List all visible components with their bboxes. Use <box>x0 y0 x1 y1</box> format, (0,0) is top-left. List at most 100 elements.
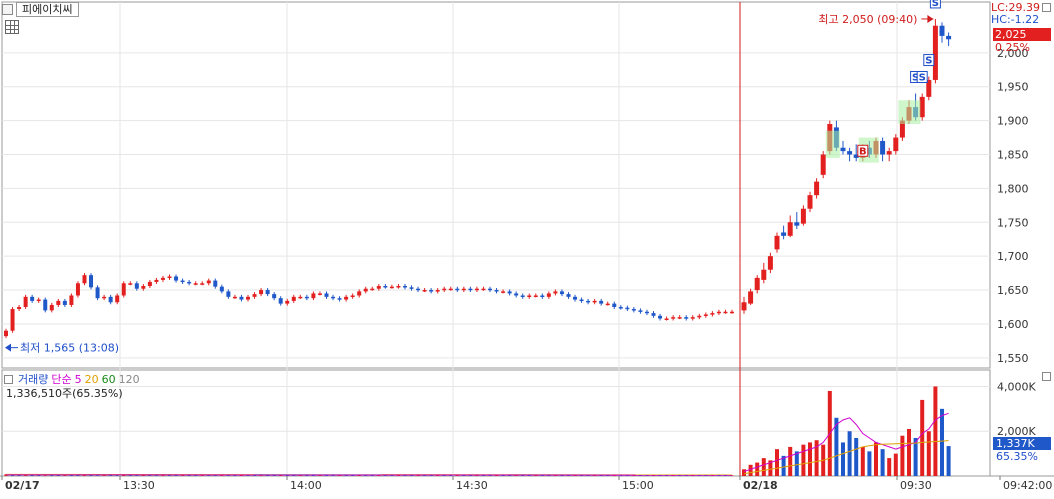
price-candle <box>755 278 760 290</box>
price-candle <box>717 312 721 314</box>
price-candle <box>658 316 662 319</box>
time-tick-label: 15:00 <box>622 479 654 492</box>
volume-bar <box>63 475 66 476</box>
price-candle <box>233 297 237 299</box>
price-candle <box>96 287 100 298</box>
price-candle <box>501 291 505 293</box>
price-candle <box>383 286 387 288</box>
price-candle <box>887 151 892 154</box>
price-candle <box>141 286 145 289</box>
price-candle <box>56 301 60 305</box>
high-annotation: 최고 2,050 (09:40) <box>818 13 917 26</box>
price-candle <box>768 256 773 270</box>
price-candle <box>187 282 191 284</box>
price-candle <box>599 301 603 304</box>
price-candle <box>449 289 453 291</box>
price-candle <box>253 294 257 297</box>
price-candle <box>266 290 270 294</box>
buy-signal-marker: B <box>858 145 868 157</box>
price-candle <box>481 289 485 291</box>
price-candle <box>475 289 479 291</box>
price-tick-label: 1,950 <box>997 81 1029 94</box>
price-candle <box>625 308 629 310</box>
volume-tick-label: 4,000K <box>997 380 1036 393</box>
price-candle <box>488 289 492 291</box>
close-box-icon[interactable] <box>2 4 13 15</box>
current-price-tag: 2,025 <box>993 28 1051 41</box>
price-candle <box>442 289 446 291</box>
volume-bar <box>933 386 937 476</box>
price-candle <box>30 297 34 301</box>
price-candle <box>691 317 695 319</box>
volume-legend-box[interactable] <box>4 375 13 384</box>
axes: 1,5501,6001,6501,7001,7501,8001,8501,900… <box>2 47 1052 492</box>
volume-bar <box>795 451 799 476</box>
price-candle <box>436 290 440 292</box>
price-candle <box>305 297 309 299</box>
price-candle <box>619 307 623 309</box>
scroll-button-volume[interactable] <box>1042 372 1051 381</box>
price-candle <box>429 290 433 292</box>
volume-bar <box>887 458 891 476</box>
price-candle <box>298 297 302 299</box>
stock-name[interactable]: 피에이치씨 <box>16 2 79 17</box>
ma-period-20: 20 <box>85 373 99 386</box>
price-candle <box>213 281 217 287</box>
price-candle <box>154 280 158 282</box>
volume-bar <box>927 431 931 476</box>
time-tick-label: 09:30 <box>900 479 932 492</box>
volume-bar <box>762 458 766 476</box>
price-candle <box>181 281 185 283</box>
price-candle <box>553 291 557 293</box>
price-candle <box>324 293 328 296</box>
price-candle <box>285 301 289 304</box>
scroll-button-top[interactable] <box>1042 3 1051 12</box>
volume-bar <box>861 447 865 476</box>
signal-label: S <box>925 56 932 67</box>
stock-tab[interactable]: 피에이치씨 <box>2 2 79 17</box>
price-candle <box>11 309 15 331</box>
price-candle <box>416 289 420 291</box>
price-candle <box>794 222 799 225</box>
volume-bar <box>900 436 904 476</box>
price-candle <box>697 316 701 318</box>
volume-bar <box>155 475 158 476</box>
ma-period-5: 5 <box>75 373 82 386</box>
price-candle <box>730 312 734 314</box>
price-candle <box>174 277 178 281</box>
table-icon[interactable] <box>5 20 19 34</box>
volume-bar <box>96 475 99 476</box>
price-candle <box>468 289 472 291</box>
price-candle <box>847 151 852 154</box>
price-candle <box>168 277 172 279</box>
price-candle <box>678 317 682 319</box>
price-candle <box>109 297 113 302</box>
time-tick-label: 02/18 <box>743 479 778 492</box>
price-candle <box>645 312 649 314</box>
volume-bar <box>867 451 871 476</box>
price-candle <box>560 291 564 294</box>
price-tick-label: 1,850 <box>997 149 1029 162</box>
price-candle <box>115 295 119 302</box>
price-candle <box>4 331 8 336</box>
price-candle <box>207 281 211 284</box>
price-candle <box>318 293 322 295</box>
volume-bar <box>841 442 845 476</box>
price-candle <box>841 148 846 151</box>
price-candle <box>880 141 885 155</box>
chart-stage: 1,5501,6001,6501,7001,7501,8001,8501,900… <box>0 0 1054 496</box>
volume-summary: 1,336,510주(65.35%) <box>6 385 123 401</box>
volume-bar <box>116 475 119 476</box>
price-candle <box>632 309 636 311</box>
price-candle <box>612 304 616 307</box>
volume-bar <box>881 449 885 476</box>
volume-bar <box>874 442 878 476</box>
volume-bar <box>854 438 858 476</box>
price-candle <box>194 283 198 285</box>
price-candle <box>671 317 675 319</box>
volume-bar <box>148 475 151 476</box>
price-candle <box>396 286 400 288</box>
price-candle <box>704 314 708 316</box>
price-candle <box>495 290 499 292</box>
volume-bar <box>775 449 779 476</box>
